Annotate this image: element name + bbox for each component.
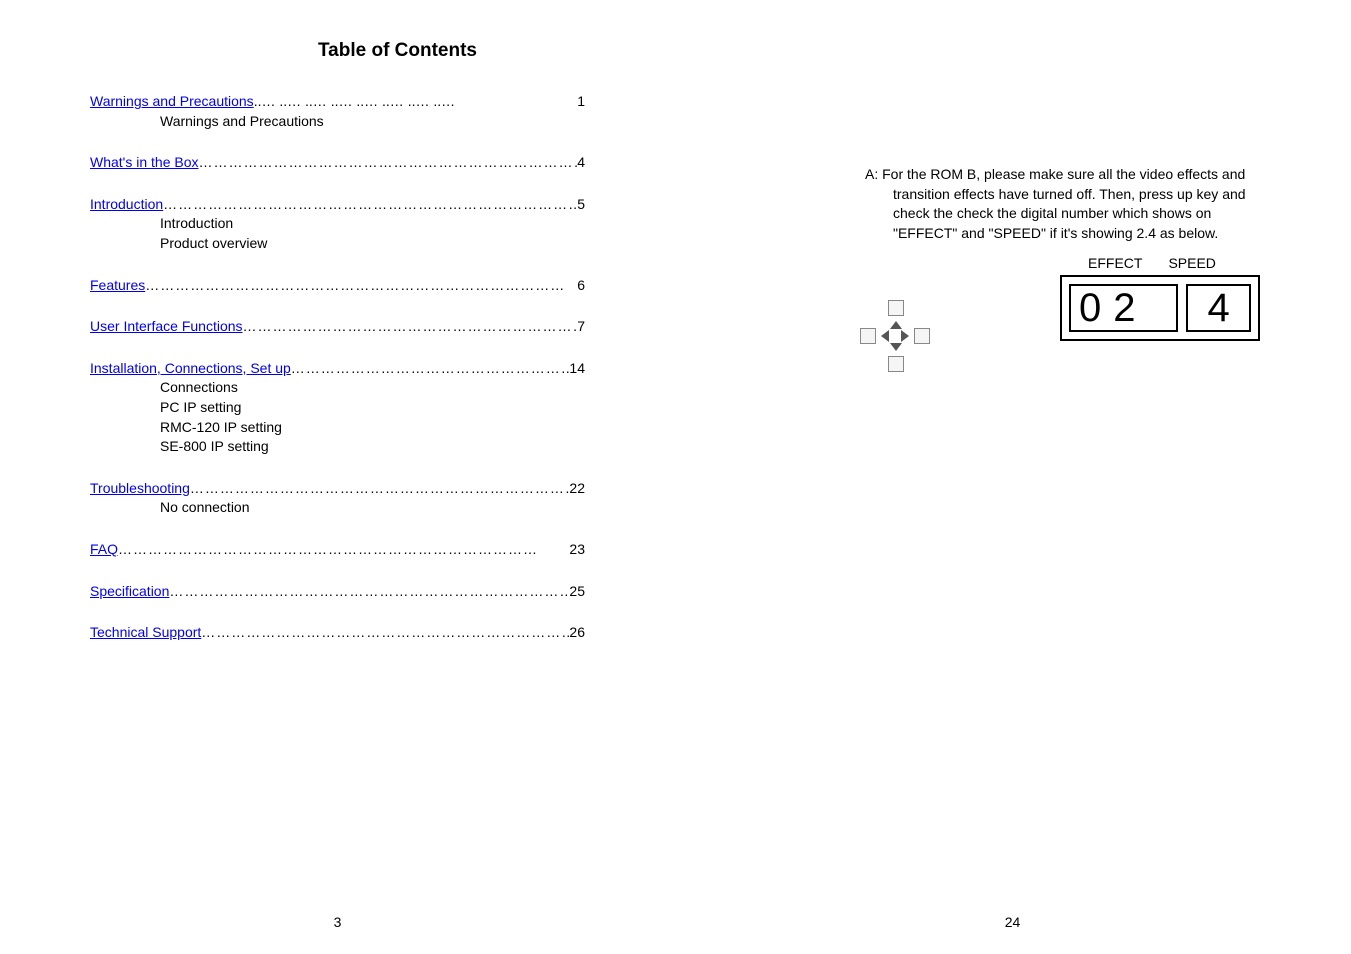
toc-row: Troubleshooting 22 bbox=[90, 479, 585, 499]
arrow-right-icon bbox=[901, 330, 909, 342]
page-number-right: 24 bbox=[675, 914, 1350, 930]
toc-dots bbox=[243, 317, 578, 337]
toc-dots bbox=[163, 195, 577, 215]
toc-row: Introduction 5 bbox=[90, 195, 585, 215]
display-labels: EFFECT SPEED bbox=[1088, 255, 1260, 271]
toc-entry: Warnings and Precautions1Warnings and Pr… bbox=[90, 92, 585, 131]
toc-page-number: 14 bbox=[569, 359, 585, 379]
toc-page-number: 25 bbox=[569, 582, 585, 602]
toc-row: What's in the Box 4 bbox=[90, 153, 585, 173]
toc-title: Table of Contents bbox=[210, 40, 585, 62]
toc-page-number: 7 bbox=[577, 317, 585, 337]
toc-sub-item: SE-800 IP setting bbox=[160, 437, 585, 457]
dpad-left-button bbox=[860, 328, 876, 344]
toc-row: Specification 25 bbox=[90, 582, 585, 602]
toc-page-number: 1 bbox=[577, 92, 585, 112]
toc-page-number: 23 bbox=[569, 540, 585, 560]
digit-2: 2 bbox=[1113, 286, 1135, 330]
toc-sub-item: Warnings and Precautions bbox=[160, 112, 585, 132]
arrow-down-icon bbox=[890, 343, 902, 351]
toc-entry: What's in the Box 4 bbox=[90, 153, 585, 173]
toc-link[interactable]: Features bbox=[90, 276, 145, 296]
toc-dots bbox=[190, 479, 570, 499]
toc-entry: Installation, Connections, Set up 14Conne… bbox=[90, 359, 585, 457]
toc-entry: Troubleshooting 22No connection bbox=[90, 479, 585, 518]
toc-dots bbox=[254, 92, 578, 112]
toc-entry: User Interface Functions 7 bbox=[90, 317, 585, 337]
toc-row: Technical Support 26 bbox=[90, 623, 585, 643]
answer-line2: transition effects have turned off. Then… bbox=[865, 185, 1260, 205]
arrow-left-icon bbox=[881, 330, 889, 342]
digit-4: 4 bbox=[1208, 286, 1230, 330]
toc-dots bbox=[199, 153, 578, 173]
display-box: 0 2 4 bbox=[1060, 275, 1260, 341]
toc-dots bbox=[169, 582, 569, 602]
toc-row: FAQ 23 bbox=[90, 540, 585, 560]
toc-link[interactable]: Warnings and Precautions bbox=[90, 92, 254, 112]
toc-link[interactable]: What's in the Box bbox=[90, 153, 199, 173]
toc-sub-item: Introduction bbox=[160, 214, 585, 234]
effect-digit-box: 0 2 bbox=[1069, 284, 1178, 332]
toc-page-number: 22 bbox=[569, 479, 585, 499]
answer-line3: check the check the digital number which… bbox=[865, 204, 1260, 224]
effect-label: EFFECT bbox=[1088, 255, 1142, 271]
dpad-up-button bbox=[888, 300, 904, 316]
toc-link[interactable]: Introduction bbox=[90, 195, 163, 215]
answer-line1: For the ROM B, please make sure all the … bbox=[882, 166, 1245, 182]
toc-row: Features 6 bbox=[90, 276, 585, 296]
toc-page-number: 6 bbox=[577, 276, 585, 296]
dpad-right-button bbox=[914, 328, 930, 344]
arrow-up-icon bbox=[890, 321, 902, 329]
right-visual-row: EFFECT SPEED 0 2 4 bbox=[765, 255, 1260, 372]
toc-entry: FAQ 23 bbox=[90, 540, 585, 560]
toc-dots bbox=[291, 359, 570, 379]
toc-entry: Introduction5IntroductionProduct overvie… bbox=[90, 195, 585, 254]
toc-dots bbox=[145, 276, 577, 296]
toc-entry: Features 6 bbox=[90, 276, 585, 296]
toc-entry: Specification 25 bbox=[90, 582, 585, 602]
toc-link[interactable]: FAQ bbox=[90, 540, 118, 560]
answer-line4: "EFFECT" and "SPEED" if it's showing 2.4… bbox=[865, 224, 1260, 244]
toc-entry: Technical Support 26 bbox=[90, 623, 585, 643]
toc-sub-item: Product overview bbox=[160, 234, 585, 254]
toc-sub-item: No connection bbox=[160, 498, 585, 518]
page-left: Table of Contents Warnings and Precautio… bbox=[0, 0, 675, 954]
answer-prefix: A: bbox=[865, 166, 882, 182]
speed-digit-box: 4 bbox=[1186, 284, 1251, 332]
toc-list: Warnings and Precautions1Warnings and Pr… bbox=[90, 92, 585, 643]
display-block: EFFECT SPEED 0 2 4 bbox=[1060, 255, 1260, 341]
toc-dots bbox=[201, 623, 569, 643]
toc-sub-item: RMC-120 IP setting bbox=[160, 418, 585, 438]
toc-page-number: 5 bbox=[577, 195, 585, 215]
toc-link[interactable]: Troubleshooting bbox=[90, 479, 190, 499]
toc-sub-item: Connections bbox=[160, 378, 585, 398]
page-right: A: For the ROM B, please make sure all t… bbox=[675, 0, 1350, 954]
faq-answer-text: A: For the ROM B, please make sure all t… bbox=[765, 165, 1260, 243]
toc-link[interactable]: Specification bbox=[90, 582, 169, 602]
toc-page-number: 26 bbox=[569, 623, 585, 643]
page-number-left: 3 bbox=[0, 914, 675, 930]
toc-row: Warnings and Precautions 1 bbox=[90, 92, 585, 112]
toc-page-number: 4 bbox=[577, 153, 585, 173]
toc-row: Installation, Connections, Set up 14 bbox=[90, 359, 585, 379]
toc-link[interactable]: Technical Support bbox=[90, 623, 201, 643]
dpad-icon bbox=[860, 300, 930, 372]
toc-link[interactable]: Installation, Connections, Set up bbox=[90, 359, 291, 379]
toc-dots bbox=[118, 540, 569, 560]
toc-row: User Interface Functions 7 bbox=[90, 317, 585, 337]
toc-sub-item: PC IP setting bbox=[160, 398, 585, 418]
digit-0: 0 bbox=[1079, 286, 1101, 330]
toc-link[interactable]: User Interface Functions bbox=[90, 317, 243, 337]
dpad-down-button bbox=[888, 356, 904, 372]
speed-label: SPEED bbox=[1168, 255, 1215, 271]
